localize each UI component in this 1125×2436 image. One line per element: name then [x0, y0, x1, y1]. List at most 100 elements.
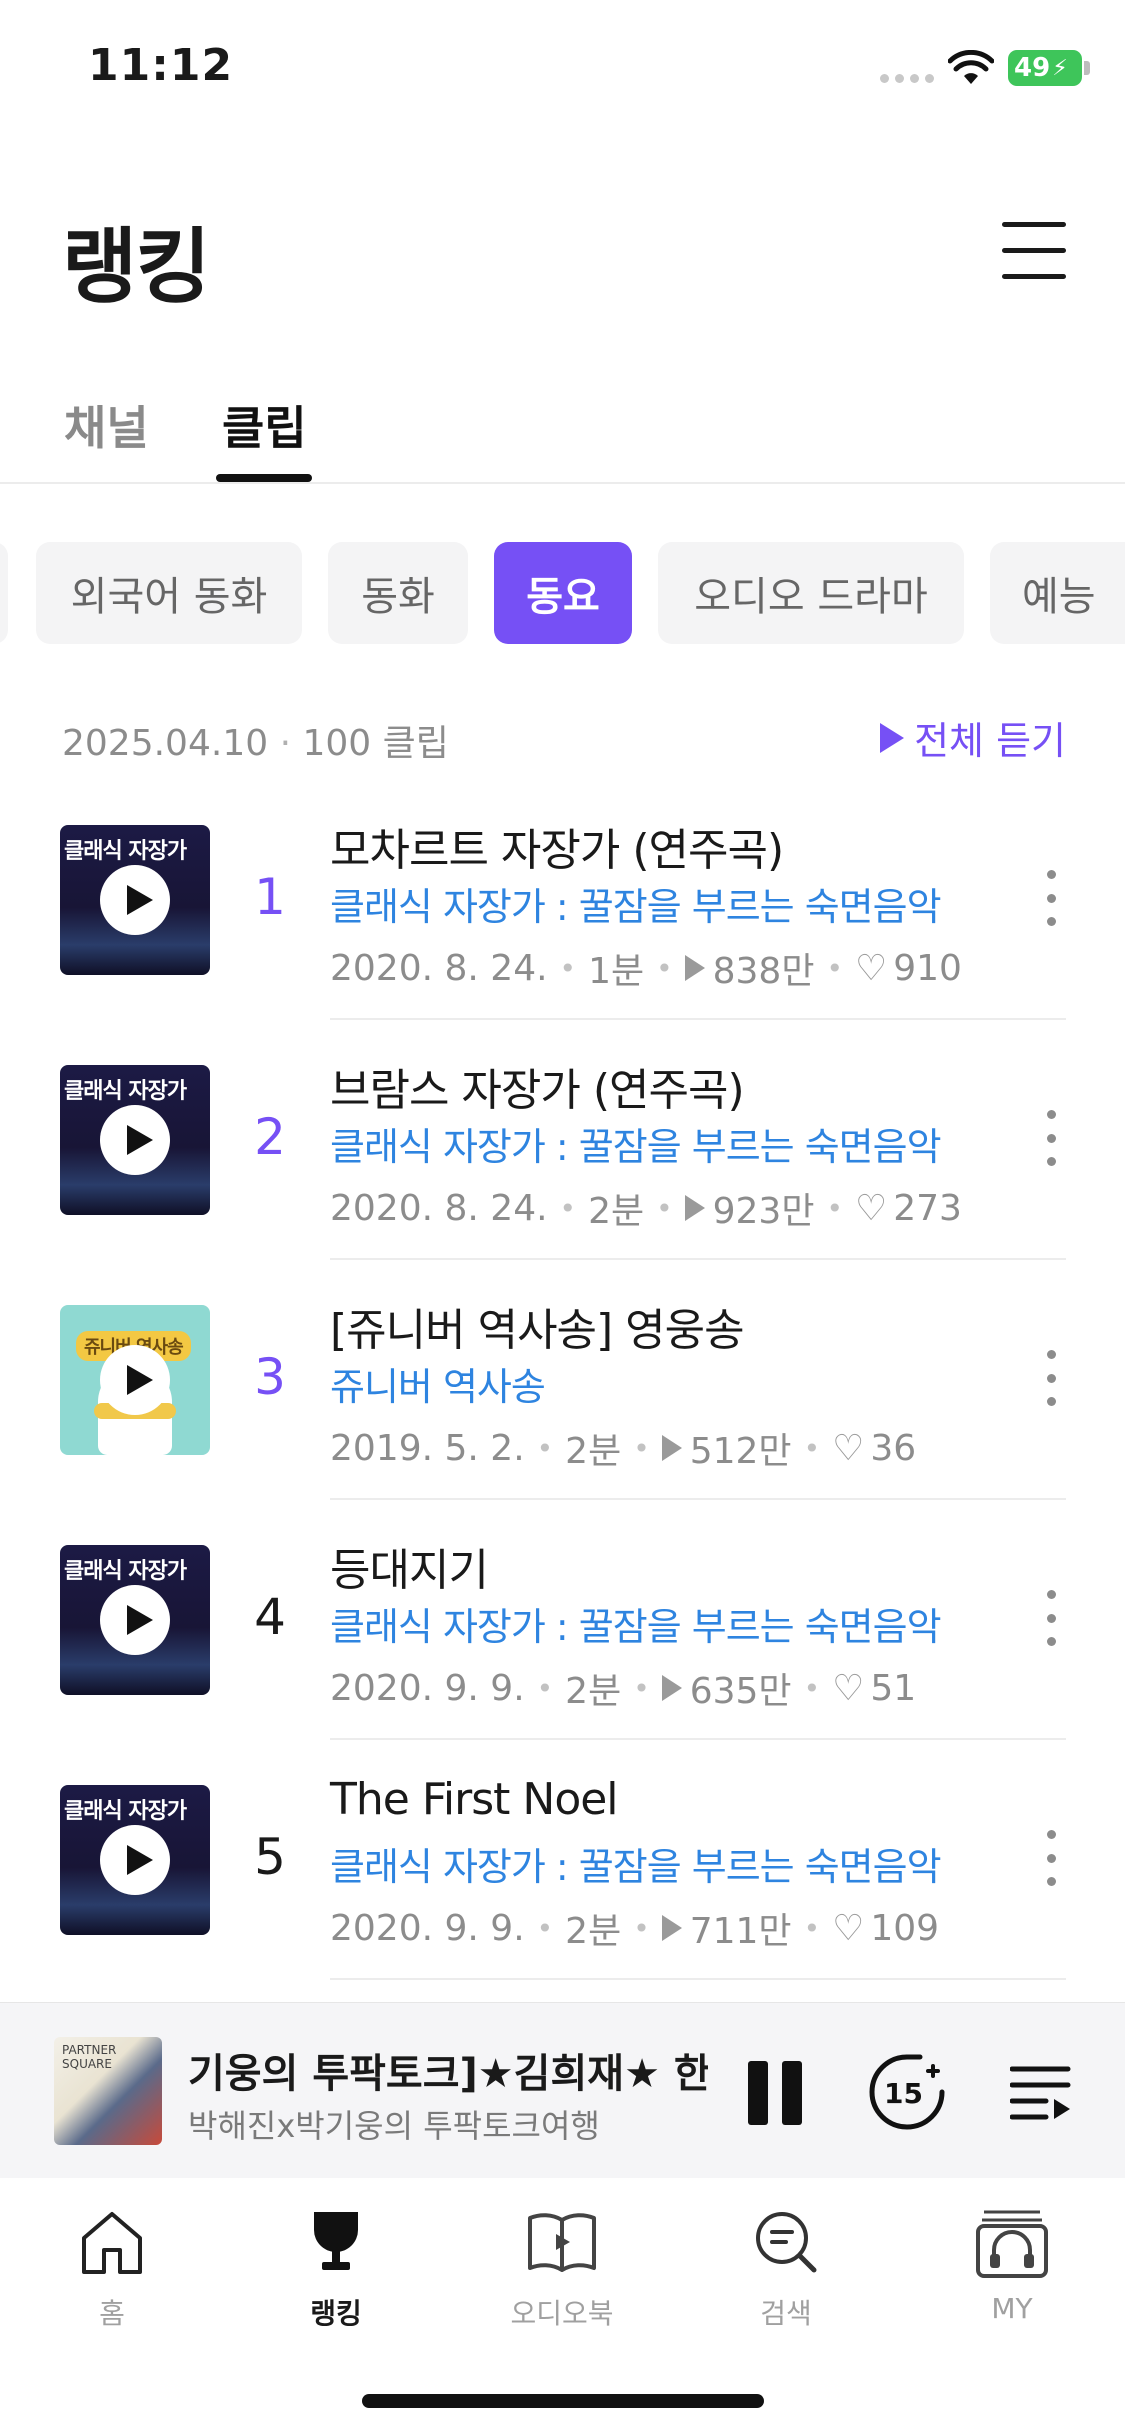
list-item[interactable]: 클래식 자장가 1 모차르트 자장가 (연주곡) 클래식 자장가 : 꿀잠을 부…	[0, 800, 1125, 1040]
tab-clip[interactable]: 클립	[222, 392, 307, 458]
more-options-icon[interactable]	[1044, 1590, 1058, 1646]
more-options-icon[interactable]	[1044, 1110, 1058, 1166]
more-options-icon[interactable]	[1044, 1830, 1058, 1886]
category-chip-kids-song[interactable]: 동요	[494, 542, 632, 644]
clip-thumbnail[interactable]: 클래식 자장가	[60, 1545, 210, 1695]
now-playing-title[interactable]: 기웅의 투팍토크]★김희재★ 한	[188, 2041, 708, 2099]
like-count: 910	[893, 947, 962, 989]
play-all-label: 전체 듣기	[914, 719, 1066, 763]
play-count: 923만	[712, 1191, 815, 1232]
heart-icon: ♡	[854, 1187, 888, 1229]
nav-label: 검색	[760, 2297, 812, 2330]
channel-link[interactable]: 클래식 자장가 : 꿀잠을 부르는 숙면음악	[330, 1836, 942, 1891]
play-count: 711만	[689, 1911, 792, 1952]
clip-date: 2020. 9. 9.	[330, 1907, 525, 1949]
play-count-icon	[661, 1435, 682, 1461]
nav-home[interactable]: 홈	[42, 2204, 182, 2332]
hamburger-menu-icon[interactable]	[1002, 222, 1066, 282]
list-item[interactable]: 클래식 자장가 5 The First Noel 클래식 자장가 : 꿀잠을 부…	[0, 1760, 1125, 2000]
clip-title[interactable]: 등대지기	[330, 1534, 489, 1598]
nav-audiobook[interactable]: 오디오북	[492, 2204, 632, 2332]
clip-date: 2020. 8. 24.	[330, 947, 548, 989]
play-count-icon	[661, 1915, 682, 1941]
heart-icon: ♡	[854, 947, 888, 989]
play-icon	[880, 722, 905, 753]
thumbnail-label: 클래식 자장가	[64, 1559, 187, 1584]
play-count-icon	[684, 1195, 705, 1221]
category-chip-audio-drama[interactable]: 오디오 드라마	[658, 542, 964, 644]
nav-ranking[interactable]: 랭킹	[266, 2204, 406, 2332]
play-button-icon[interactable]	[100, 1345, 170, 1415]
clip-thumbnail[interactable]: 클래식 자장가	[60, 825, 210, 975]
rank-number: 1	[254, 868, 286, 926]
play-button-icon[interactable]	[100, 1585, 170, 1655]
play-button-icon[interactable]	[100, 865, 170, 935]
status-time: 11:12	[88, 40, 234, 91]
mini-player[interactable]: PARTNER SQUARE 기웅의 투팍토크]★김희재★ 한 박해진x박기웅의…	[0, 2002, 1125, 2178]
channel-link[interactable]: 클래식 자장가 : 꿀잠을 부르는 숙면음악	[330, 1116, 942, 1171]
like-count: 273	[893, 1187, 962, 1229]
pause-icon[interactable]	[748, 2061, 804, 2125]
clip-duration: 2분	[565, 1431, 622, 1472]
skip-forward-15-icon[interactable]: 15	[866, 2051, 948, 2133]
headphones-icon	[976, 2210, 1048, 2278]
nav-label: MY	[991, 2292, 1033, 2325]
home-icon	[82, 2212, 142, 2274]
clip-title[interactable]: The First Noel	[330, 1774, 619, 1825]
clip-title[interactable]: 브람스 자장가 (연주곡)	[330, 1054, 745, 1118]
nav-label: 오디오북	[510, 2297, 614, 2330]
thumbnail-label: 클래식 자장가	[64, 1079, 187, 1104]
battery-cap	[1084, 61, 1090, 75]
clip-thumbnail[interactable]: 클래식 자장가	[60, 1065, 210, 1215]
list-item[interactable]: 클래식 자장가 2 브람스 자장가 (연주곡) 클래식 자장가 : 꿀잠을 부르…	[0, 1040, 1125, 1280]
channel-link[interactable]: 클래식 자장가 : 꿀잠을 부르는 숙면음악	[330, 876, 942, 931]
play-all-button[interactable]: 전체 듣기	[880, 710, 1066, 765]
battery-level: 49	[1014, 53, 1051, 83]
clip-count: 100 클립	[302, 723, 449, 764]
rank-number: 4	[254, 1588, 286, 1646]
clip-duration: 1분	[588, 951, 645, 992]
page-title: 랭킹	[62, 220, 211, 315]
more-options-icon[interactable]	[1044, 870, 1058, 926]
clip-thumbnail[interactable]: 쥬니버 역사송	[60, 1305, 210, 1455]
category-chip-variety[interactable]: 예능	[990, 542, 1125, 644]
category-chip-row: 외국어 동화 동화 동요 오디오 드라마 예능	[0, 542, 1125, 646]
wifi-icon	[948, 50, 994, 84]
category-chip-partial[interactable]	[0, 542, 8, 644]
playlist-queue-icon[interactable]	[1010, 2063, 1072, 2123]
clip-date: 2020. 9. 9.	[330, 1667, 525, 1709]
divider	[330, 1018, 1066, 1020]
list-item[interactable]: 쥬니버 역사송 3 [쥬니버 역사송] 영웅송 쥬니버 역사송 2019. 5.…	[0, 1280, 1125, 1520]
trophy-icon	[314, 2212, 358, 2270]
home-indicator	[362, 2394, 764, 2408]
like-count: 109	[870, 1907, 940, 1949]
clip-date: 2020. 8. 24.	[330, 1187, 548, 1229]
channel-link[interactable]: 쥬니버 역사송	[330, 1356, 546, 1411]
nav-label: 홈	[99, 2297, 125, 2330]
clip-title[interactable]: 모차르트 자장가 (연주곡)	[330, 814, 784, 878]
clip-meta: 2020. 8. 24. • 2분 • 923만 • ♡ 273	[330, 1182, 962, 1234]
play-button-icon[interactable]	[100, 1105, 170, 1175]
nav-my[interactable]: MY	[942, 2204, 1082, 2325]
more-options-icon[interactable]	[1044, 1350, 1058, 1406]
clip-title[interactable]: [쥬니버 역사송] 영웅송	[330, 1294, 745, 1358]
ranking-meta-row: 2025.04.10 · 100 클립 전체 듣기	[62, 710, 1066, 765]
rank-number: 2	[254, 1108, 286, 1166]
category-chip-foreign-story[interactable]: 외국어 동화	[36, 542, 302, 644]
list-item[interactable]: 클래식 자장가 4 등대지기 클래식 자장가 : 꿀잠을 부르는 숙면음악 20…	[0, 1520, 1125, 1760]
tab-channel[interactable]: 채널	[64, 392, 149, 458]
play-button-icon[interactable]	[100, 1825, 170, 1895]
clip-duration: 2분	[565, 1671, 622, 1712]
now-playing-artwork[interactable]: PARTNER SQUARE	[54, 2037, 162, 2145]
clip-duration: 2분	[565, 1911, 622, 1952]
clip-date: 2019. 5. 2.	[330, 1427, 525, 1469]
nav-search[interactable]: 검색	[716, 2204, 856, 2332]
clip-thumbnail[interactable]: 클래식 자장가	[60, 1785, 210, 1935]
heart-icon: ♡	[832, 1907, 865, 1949]
play-count: 512만	[689, 1431, 792, 1472]
channel-link[interactable]: 클래식 자장가 : 꿀잠을 부르는 숙면음악	[330, 1596, 942, 1651]
now-playing-subtitle: 박해진x박기웅의 투팍토크여행	[188, 2107, 600, 2145]
clip-duration: 2분	[588, 1191, 645, 1232]
category-chip-story[interactable]: 동화	[328, 542, 468, 644]
meta-separator: ·	[279, 723, 292, 764]
